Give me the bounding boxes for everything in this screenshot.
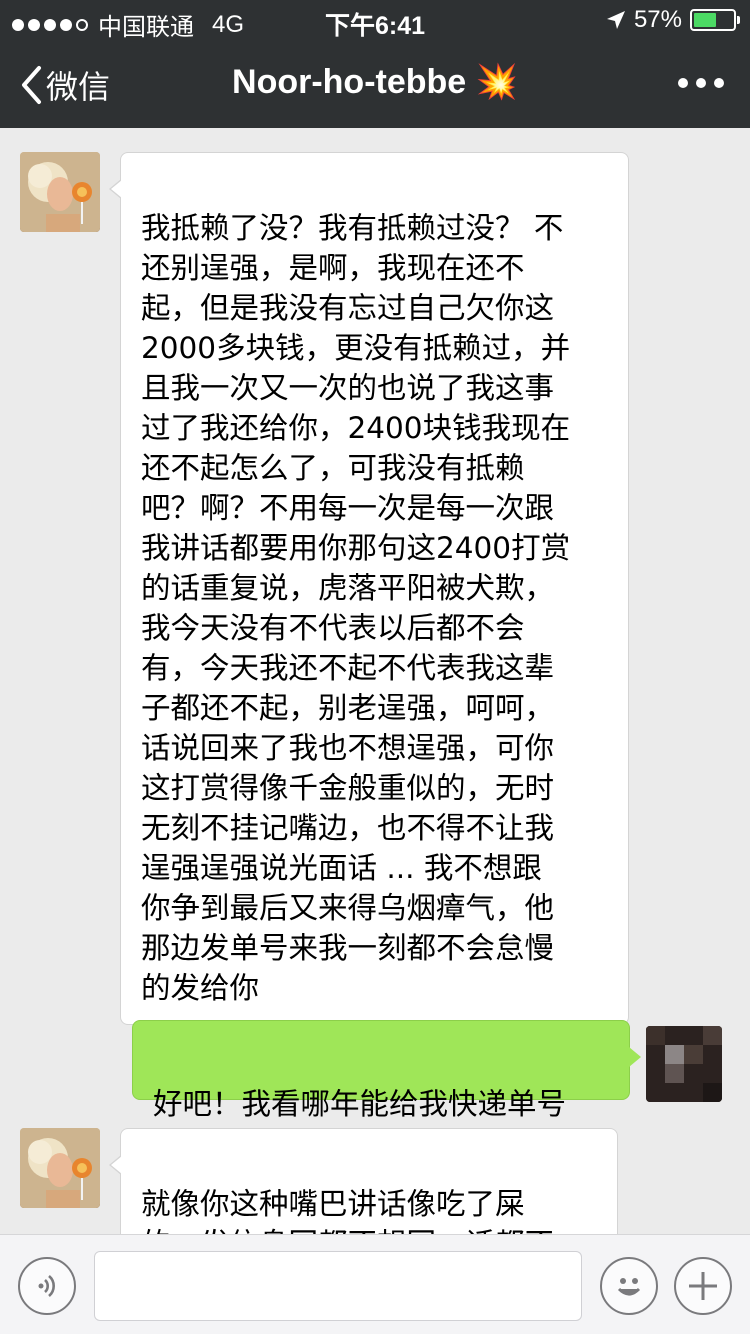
battery-icon — [690, 9, 740, 31]
my-avatar[interactable] — [646, 1026, 722, 1102]
message-bubble-incoming[interactable]: 就像你这种嘴巴讲话像吃了屎 的，发信息回都不想回，话都不 — [109, 1128, 618, 1234]
message-text: 好吧！我看哪年能给我快递单号 — [153, 1087, 567, 1121]
more-dots-icon[interactable] — [678, 78, 724, 88]
voice-button[interactable] — [18, 1257, 76, 1315]
nav-bar: 微信 Noor-ho-tebbe 💥 — [0, 40, 750, 128]
voice-icon — [38, 1275, 55, 1297]
message-bubble-outgoing[interactable]: 好吧！我看哪年能给我快递单号 — [132, 1020, 641, 1121]
battery-percent: 57% — [633, 6, 682, 33]
battery-fill — [694, 13, 716, 27]
message-bubble-incoming[interactable]: 我抵赖了没？我有抵赖过没？ 不 还别逞强，是啊，我现在还不 起，但是我没有忘过自… — [109, 152, 629, 1025]
add-button[interactable] — [674, 1257, 732, 1315]
chat-title: Noor-ho-tebbe 💥 — [232, 63, 518, 101]
message-text: 就像你这种嘴巴讲话像吃了屎 的，发信息回都不想回，话都不 — [141, 1187, 554, 1234]
emoji-button[interactable] — [600, 1257, 658, 1315]
input-bar — [0, 1234, 750, 1334]
message-input[interactable] — [94, 1251, 582, 1321]
contact-avatar[interactable] — [20, 1128, 100, 1208]
status-right: 57% — [606, 6, 740, 34]
emoji-icon — [617, 1278, 641, 1296]
contact-avatar[interactable] — [20, 152, 100, 232]
status-bar: 中国联通 4G 下午6:41 57% — [0, 0, 750, 41]
message-text: 我抵赖了没？我有抵赖过没？ 不 还别逞强，是啊，我现在还不 起，但是我没有忘过自… — [141, 211, 571, 1005]
plus-icon — [689, 1272, 717, 1300]
location-arrow-icon — [606, 11, 625, 29]
chat-area[interactable]: 我抵赖了没？我有抵赖过没？ 不 还别逞强，是啊，我现在还不 起，但是我没有忘过自… — [0, 128, 750, 1234]
